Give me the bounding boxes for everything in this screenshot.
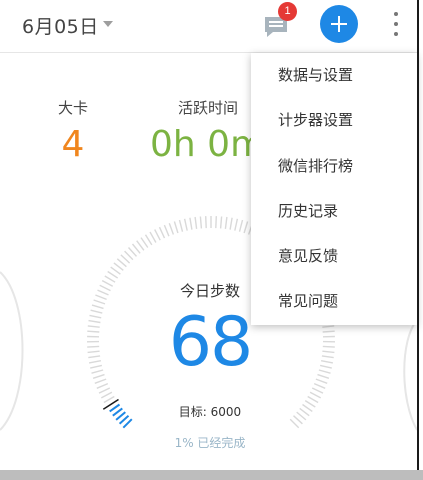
gauge-tick bbox=[88, 355, 101, 359]
gauge-tick bbox=[158, 226, 166, 239]
gauge-tick bbox=[289, 418, 300, 429]
gauge-tick bbox=[107, 270, 119, 279]
menu-item-pedometer-settings[interactable]: 计步器设置 bbox=[251, 98, 417, 143]
gauge-tick bbox=[104, 275, 116, 283]
progress-text: 1% 已经完成 bbox=[174, 436, 246, 450]
menu-item-feedback[interactable]: 意见反馈 bbox=[251, 234, 417, 279]
gauge-tick bbox=[311, 387, 324, 394]
gauge-tick bbox=[173, 221, 179, 234]
gauge-tick bbox=[322, 345, 335, 348]
gauge-tick bbox=[238, 219, 244, 232]
gauge-tick bbox=[318, 369, 331, 374]
bottom-bar bbox=[0, 470, 423, 480]
gauge-tick bbox=[140, 237, 149, 248]
gauge-tick bbox=[98, 387, 111, 394]
gauge-tick bbox=[302, 403, 313, 412]
gauge-tick bbox=[136, 240, 145, 251]
gauge-tick bbox=[110, 266, 121, 275]
gauge-tick bbox=[144, 234, 153, 246]
gauge-tick bbox=[315, 378, 328, 384]
window-right-edge bbox=[417, 0, 419, 470]
gauge-tick bbox=[87, 350, 100, 354]
gauge-tick bbox=[96, 382, 109, 389]
overflow-menu: 数据与设置 计步器设置 微信排行榜 历史记录 意见反馈 常见问题 bbox=[251, 53, 417, 325]
gauge-tick bbox=[100, 391, 113, 399]
gauge-tick bbox=[93, 299, 106, 305]
gauge-tick-done bbox=[109, 403, 121, 413]
menu-item-faq[interactable]: 常见问题 bbox=[251, 279, 417, 324]
gauge-tick bbox=[320, 360, 334, 364]
gauge-tick bbox=[219, 216, 223, 229]
step-target: 目标: 6000 bbox=[178, 405, 242, 419]
gauge-tick bbox=[120, 254, 131, 264]
gauge-tick bbox=[87, 325, 100, 328]
gauge-tick bbox=[317, 373, 330, 379]
gauge-progress bbox=[109, 403, 133, 429]
gauge-tick bbox=[89, 314, 102, 319]
gauge-tick bbox=[224, 216, 228, 229]
gauge-tick bbox=[322, 325, 335, 328]
gauge-tick bbox=[88, 319, 101, 324]
gauge-tick bbox=[296, 411, 307, 421]
gauge-tick bbox=[87, 345, 100, 348]
gauge-tick bbox=[322, 350, 335, 354]
gauge-tick bbox=[189, 217, 193, 230]
gauge-tick bbox=[113, 262, 124, 271]
left-card-edge bbox=[0, 271, 24, 431]
gauge-tick bbox=[319, 364, 332, 369]
gauge-tick bbox=[90, 364, 103, 369]
gauge-tick bbox=[91, 304, 104, 310]
gauge-tick bbox=[95, 294, 107, 301]
gauge-tick bbox=[313, 382, 326, 389]
gauge-tick bbox=[101, 279, 114, 287]
gauge-tick bbox=[322, 330, 335, 333]
gauge-tick bbox=[309, 391, 322, 399]
gauge-tick bbox=[124, 250, 134, 261]
gauge-tick bbox=[199, 216, 203, 229]
gauge-tick bbox=[97, 289, 109, 296]
gauge-tick bbox=[94, 378, 107, 384]
menu-item-history[interactable]: 历史记录 bbox=[251, 189, 417, 234]
gauge-tick bbox=[90, 309, 103, 314]
gauge-tick bbox=[205, 216, 207, 229]
gauge-tick bbox=[243, 221, 249, 234]
gauge-tick bbox=[321, 355, 334, 359]
gauge-tick bbox=[183, 218, 188, 231]
gauge-tick bbox=[304, 400, 316, 408]
gauge-tick bbox=[131, 243, 141, 254]
gauge-tick bbox=[149, 231, 157, 243]
right-card-edge bbox=[403, 319, 417, 431]
gauge-tick bbox=[168, 222, 175, 235]
gauge-tick bbox=[103, 395, 115, 404]
gauge-tick bbox=[178, 219, 184, 232]
gauge-tick bbox=[194, 216, 198, 229]
gauge-tick bbox=[234, 218, 239, 231]
gauge-tick bbox=[88, 360, 102, 364]
gauge-tick bbox=[87, 330, 100, 333]
gauge-tick bbox=[299, 407, 310, 417]
gauge-tick bbox=[215, 216, 217, 229]
gauge-tick bbox=[307, 395, 319, 404]
menu-item-wechat-ranking[interactable]: 微信排行榜 bbox=[251, 144, 417, 189]
gauge-tick bbox=[229, 217, 233, 230]
gauge-tick bbox=[99, 284, 111, 292]
gauge-tick bbox=[92, 373, 105, 379]
gauge-tick bbox=[154, 229, 161, 241]
gauge-tick bbox=[91, 369, 104, 374]
gauge-tick bbox=[116, 258, 127, 268]
gauge-tick bbox=[293, 415, 303, 425]
gauge-tick bbox=[127, 247, 138, 257]
menu-item-data-settings[interactable]: 数据与设置 bbox=[251, 53, 417, 98]
gauge-tick bbox=[163, 224, 170, 237]
